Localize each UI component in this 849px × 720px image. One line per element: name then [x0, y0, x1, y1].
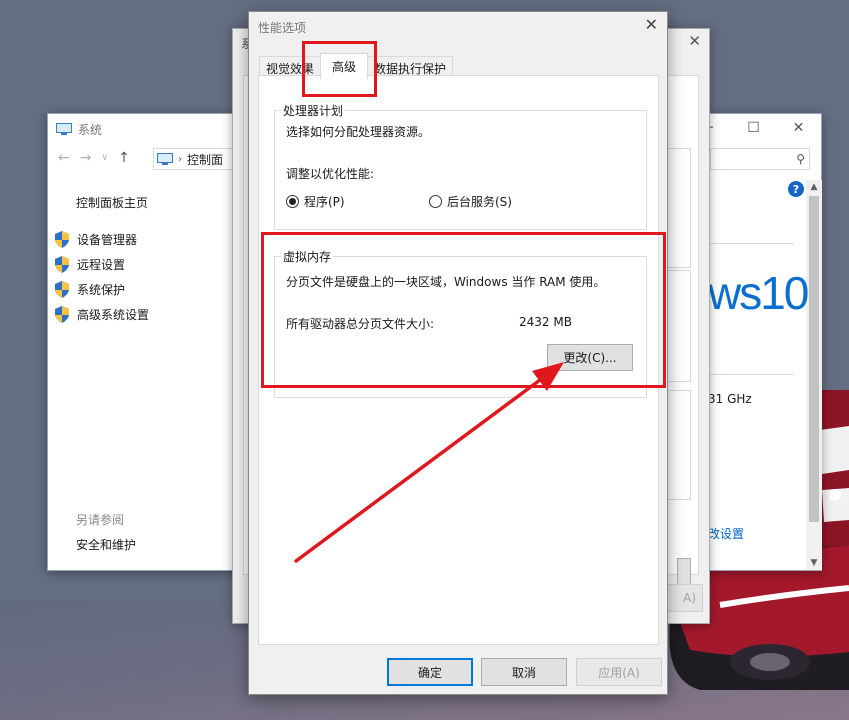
sidebar-item-system-protection[interactable]: 系统保护	[54, 277, 149, 302]
virtual-memory-description: 分页文件是硬盘上的一块区域，Windows 当作 RAM 使用。	[286, 275, 606, 289]
radio-unselected-icon	[429, 195, 442, 208]
paging-file-total-value: 2432 MB	[519, 315, 572, 329]
environment-variables-button[interactable]	[677, 558, 691, 586]
shield-icon	[55, 231, 69, 248]
group-title: 处理器计划	[283, 104, 344, 118]
sidebar-item-remote-settings[interactable]: 远程设置	[54, 252, 149, 277]
dialog-title: 性能选项	[258, 21, 307, 35]
computer-icon	[157, 152, 173, 165]
programs-radio[interactable]: 程序(P)	[286, 193, 345, 210]
change-virtual-memory-button[interactable]: 更改(C)...	[547, 344, 633, 371]
performance-options-dialog: 性能选项 ✕ 视觉效果 高级 数据执行保护 处理器计划 选择如何分配处理器资源。…	[248, 11, 668, 695]
windows-10-logo-text: ws10	[708, 267, 809, 319]
processor-description: 选择如何分配处理器资源。	[286, 125, 431, 139]
apply-button[interactable]: 应用(A)	[576, 658, 662, 686]
sidebar-item-label: 远程设置	[77, 258, 126, 272]
change-settings-link[interactable]: 改设置	[708, 525, 744, 542]
vertical-scrollbar[interactable]: ▲ ▼	[806, 180, 822, 570]
chevron-down-icon[interactable]: ∨	[101, 153, 108, 163]
forward-arrow-icon[interactable]: →	[80, 150, 92, 166]
chevron-right-icon: ›	[178, 153, 182, 165]
scroll-up-arrow-icon[interactable]: ▲	[806, 182, 822, 192]
navigation-buttons: ← → ∨ ↑	[58, 150, 130, 166]
shield-icon	[55, 256, 69, 273]
sidebar-item-label: 系统保护	[77, 283, 126, 297]
shield-icon	[55, 281, 69, 298]
address-text: 控制面	[187, 152, 224, 167]
up-arrow-icon[interactable]: ↑	[118, 150, 130, 166]
close-button[interactable]: ✕	[688, 32, 701, 50]
computer-icon	[56, 122, 72, 135]
control-panel-home-link[interactable]: 控制面板主页	[76, 194, 148, 211]
system-window-titlebar: 系统	[56, 120, 102, 138]
radio-selected-icon	[286, 195, 299, 208]
scroll-down-arrow-icon[interactable]: ▼	[806, 558, 822, 568]
sidebar-item-device-manager[interactable]: 设备管理器	[54, 227, 149, 252]
ok-button[interactable]: 确定	[387, 658, 473, 686]
sidebar-item-label: 设备管理器	[77, 233, 138, 247]
address-bar[interactable]: › 控制面	[153, 148, 237, 170]
radio-label: 程序(P)	[304, 195, 345, 209]
radio-label: 后台服务(S)	[447, 195, 512, 209]
cpu-speed-text: 31 GHz	[708, 392, 752, 406]
sidebar-item-advanced-settings[interactable]: 高级系统设置	[54, 302, 149, 327]
sidebar-links: 设备管理器 远程设置 系统保护 高级系统设置	[54, 227, 149, 327]
tab-advanced[interactable]: 高级	[320, 53, 369, 79]
search-box[interactable]: ⚲	[710, 148, 810, 170]
group-title: 虚拟内存	[283, 250, 332, 264]
cancel-button[interactable]: 取消	[481, 658, 567, 686]
advanced-tab-page: 处理器计划 选择如何分配处理器资源。 调整以优化性能: 程序(P) 后台服务(S…	[258, 75, 659, 645]
scrollbar-thumb[interactable]	[809, 196, 819, 522]
background-services-radio[interactable]: 后台服务(S)	[429, 193, 512, 210]
group-box	[667, 148, 691, 268]
back-arrow-icon[interactable]: ←	[58, 150, 70, 166]
search-icon: ⚲	[796, 152, 805, 166]
divider	[708, 243, 794, 244]
close-button[interactable]: ✕	[776, 114, 821, 142]
shield-icon	[55, 306, 69, 323]
maximize-button[interactable]: ☐	[731, 114, 776, 142]
sidebar-item-label: 高级系统设置	[77, 308, 150, 322]
see-also-heading: 另请参阅	[76, 513, 125, 527]
group-box	[667, 270, 691, 382]
close-button[interactable]: ✕	[645, 15, 658, 34]
group-box	[667, 390, 691, 500]
system-window-title: 系统	[78, 122, 103, 137]
divider	[708, 374, 794, 375]
security-maintenance-link[interactable]: 安全和维护	[76, 536, 136, 553]
optimize-label: 调整以优化性能:	[286, 167, 375, 181]
paging-file-total-label: 所有驱动器总分页文件大小:	[286, 317, 435, 331]
help-icon[interactable]: ?	[788, 181, 804, 197]
